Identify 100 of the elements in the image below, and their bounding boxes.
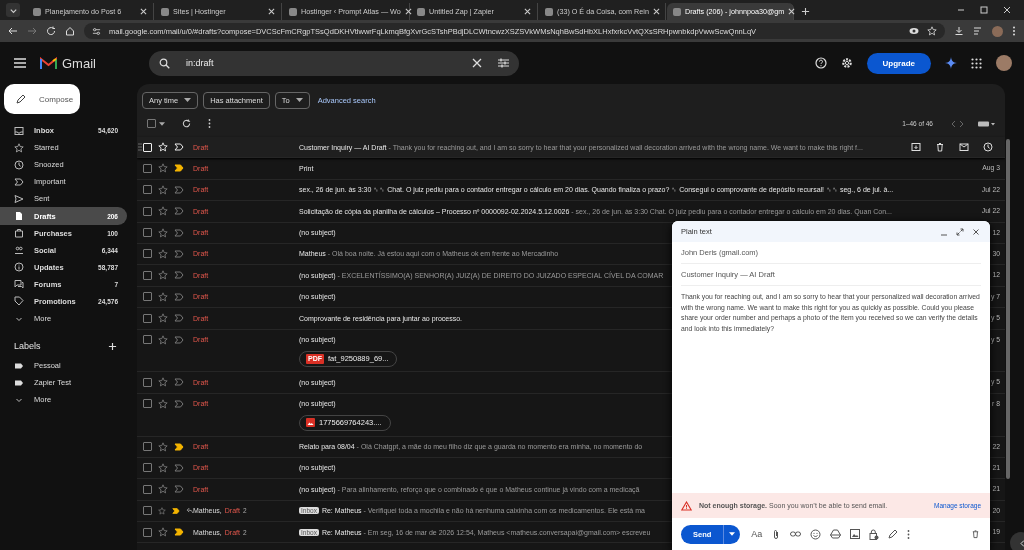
row-checkbox[interactable] <box>143 335 152 344</box>
dropdown-caret-icon[interactable] <box>159 121 165 126</box>
row-checkbox[interactable] <box>143 249 152 259</box>
forward-icon[interactable] <box>27 26 37 36</box>
importance-marker-icon[interactable] <box>174 399 184 408</box>
delete-icon[interactable] <box>935 142 945 152</box>
emoji-icon[interactable] <box>810 528 822 540</box>
star-icon[interactable] <box>158 184 168 195</box>
importance-marker-icon[interactable] <box>171 506 180 515</box>
expand-icon[interactable] <box>956 227 964 236</box>
maximize-icon[interactable] <box>979 5 989 15</box>
importance-marker-icon[interactable] <box>174 528 184 537</box>
select-all-checkbox[interactable] <box>147 119 156 128</box>
new-tab-icon[interactable] <box>801 7 810 16</box>
star-icon[interactable] <box>158 398 168 409</box>
keyboard-icon[interactable] <box>978 120 995 127</box>
refresh-icon[interactable] <box>182 119 191 128</box>
star-icon[interactable] <box>158 377 168 388</box>
clear-icon[interactable] <box>472 58 482 68</box>
mark-unread-icon[interactable] <box>959 142 969 152</box>
star-icon[interactable] <box>158 527 168 538</box>
row-checkbox[interactable] <box>143 506 152 516</box>
account-avatar[interactable] <box>996 55 1012 71</box>
upgrade-button[interactable]: Upgrade <box>866 52 931 74</box>
row-checkbox[interactable] <box>143 228 152 238</box>
image-icon[interactable] <box>850 529 861 539</box>
tab-list-icon[interactable] <box>6 3 20 17</box>
star-icon[interactable] <box>158 313 168 324</box>
row-checkbox[interactable] <box>143 463 152 473</box>
importance-marker-icon[interactable] <box>174 463 184 472</box>
importance-marker-icon[interactable] <box>174 378 184 387</box>
drag-handle-icon[interactable] <box>138 143 142 151</box>
drive-icon[interactable] <box>830 529 842 539</box>
eye-icon[interactable] <box>909 26 919 36</box>
send-options-button[interactable] <box>723 524 741 544</box>
compose-button[interactable]: Compose <box>4 84 80 114</box>
close-icon[interactable] <box>972 227 980 236</box>
snooze-clock-icon[interactable] <box>983 142 993 152</box>
row-checkbox[interactable] <box>143 399 152 409</box>
pen-icon[interactable] <box>888 529 899 539</box>
help-icon[interactable] <box>814 57 827 69</box>
row-checkbox[interactable] <box>143 163 152 173</box>
importance-marker-icon[interactable] <box>174 207 184 216</box>
bookmark-star-icon[interactable] <box>927 26 937 36</box>
importance-marker-icon[interactable] <box>174 271 184 280</box>
back-icon[interactable] <box>8 26 18 36</box>
lock-clock-icon[interactable] <box>869 528 880 540</box>
importance-marker-icon[interactable] <box>174 228 184 237</box>
importance-marker-icon[interactable] <box>174 185 184 194</box>
star-icon[interactable] <box>158 206 168 217</box>
importance-marker-icon[interactable] <box>174 292 184 301</box>
previous-page-icon[interactable] <box>950 119 956 128</box>
search-field[interactable]: in:draft <box>149 50 519 76</box>
apps-grid-icon[interactable] <box>971 57 982 69</box>
star-icon[interactable] <box>158 227 168 238</box>
menu-icon[interactable] <box>14 58 26 68</box>
row-checkbox[interactable] <box>143 292 152 302</box>
importance-marker-icon[interactable] <box>174 335 184 344</box>
row-checkbox[interactable] <box>143 442 152 451</box>
filter-options-icon[interactable] <box>498 58 509 68</box>
app-logo-text[interactable]: Gmail <box>62 55 96 71</box>
row-checkbox[interactable] <box>143 313 152 323</box>
star-icon[interactable] <box>158 441 168 452</box>
star-icon[interactable] <box>158 270 168 281</box>
more-icon[interactable] <box>208 119 211 128</box>
archive-icon[interactable] <box>911 142 921 152</box>
more-icon[interactable] <box>1012 26 1016 36</box>
settings-icon[interactable] <box>840 57 853 69</box>
row-checkbox[interactable] <box>143 527 152 537</box>
link-icon[interactable] <box>790 529 802 539</box>
add-label-icon[interactable] <box>108 341 117 351</box>
home-icon[interactable] <box>65 26 75 36</box>
row-checkbox[interactable] <box>143 185 152 195</box>
star-icon[interactable] <box>158 484 168 495</box>
importance-marker-icon[interactable] <box>174 442 184 451</box>
importance-marker-icon[interactable] <box>174 314 184 323</box>
formatting-button[interactable]: Aa <box>751 529 763 539</box>
row-checkbox[interactable] <box>143 484 152 494</box>
search-icon[interactable] <box>159 57 170 69</box>
star-icon[interactable] <box>158 248 168 259</box>
star-icon[interactable] <box>158 505 166 516</box>
site-info-icon[interactable] <box>92 26 101 36</box>
star-icon[interactable] <box>158 462 168 473</box>
download-icon[interactable] <box>954 26 964 36</box>
importance-marker-icon[interactable] <box>174 485 184 494</box>
row-checkbox[interactable] <box>143 377 152 387</box>
discard-trash-icon[interactable] <box>971 529 980 539</box>
more-options-icon[interactable] <box>907 529 911 539</box>
reload-icon[interactable] <box>46 26 56 36</box>
scrollbar-thumb[interactable] <box>1006 139 1010 479</box>
star-icon[interactable] <box>158 291 168 302</box>
sparkle-icon[interactable] <box>945 57 957 69</box>
row-checkbox[interactable] <box>143 206 152 216</box>
importance-marker-icon[interactable] <box>174 164 184 173</box>
importance-marker-icon[interactable] <box>174 249 184 258</box>
star-icon[interactable] <box>158 163 168 174</box>
row-checkbox[interactable] <box>143 270 152 280</box>
star-icon[interactable] <box>158 334 168 345</box>
reading-list-icon[interactable] <box>973 26 983 36</box>
next-page-icon[interactable] <box>959 119 965 128</box>
